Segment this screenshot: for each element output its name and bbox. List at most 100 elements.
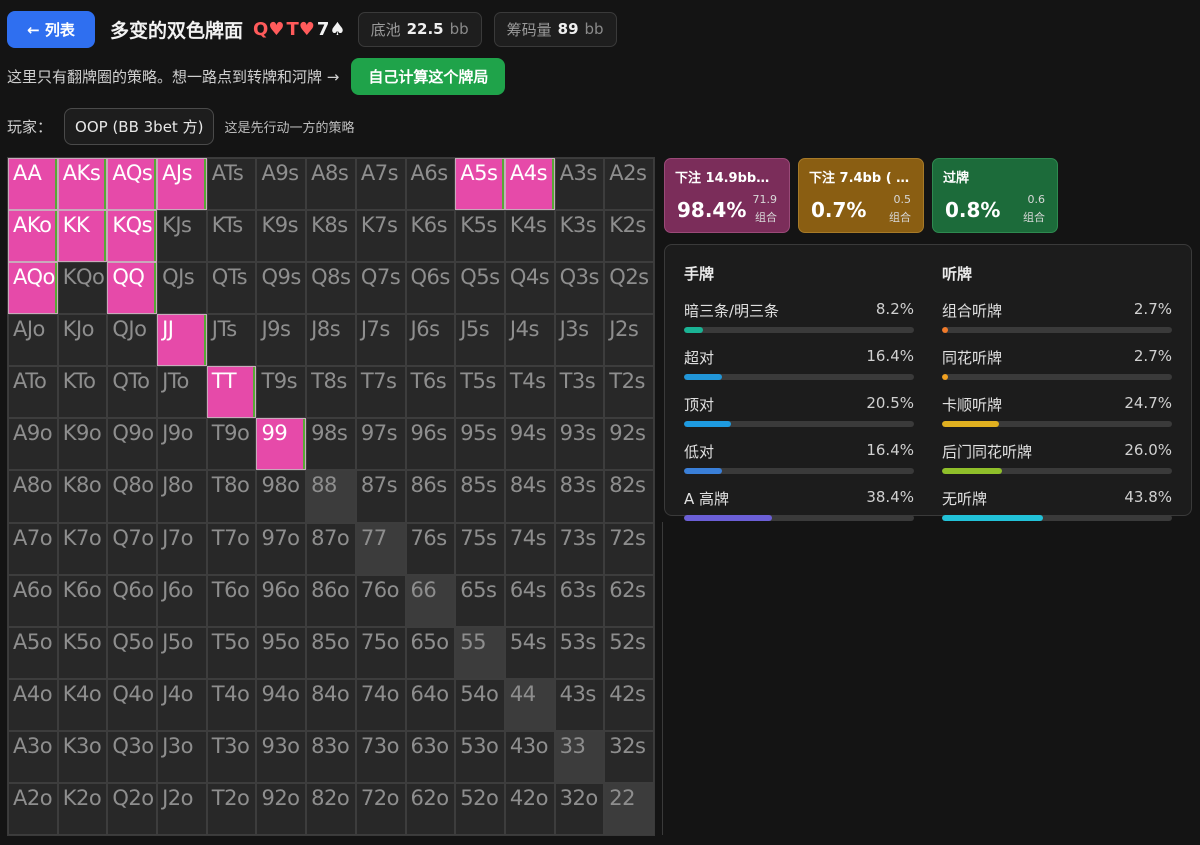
hand-cell-Q7o[interactable]: Q7o	[107, 522, 158, 575]
hand-cell-92s[interactable]: 92s	[604, 418, 654, 471]
hand-cell-72o[interactable]: 72o	[355, 782, 406, 835]
hand-cell-T9s[interactable]: T9s	[256, 366, 307, 419]
hand-cell-95o[interactable]: 95o	[256, 626, 307, 679]
hand-cell-J9o[interactable]: J9o	[157, 418, 207, 471]
hand-cell-K5o[interactable]: K5o	[57, 626, 108, 679]
hand-cell-32o[interactable]: 32o	[554, 782, 605, 835]
hand-cell-QJs[interactable]: QJs	[157, 262, 207, 315]
hand-cell-55[interactable]: 55	[455, 626, 505, 679]
hand-cell-77[interactable]: 77	[355, 522, 406, 575]
hand-cell-88[interactable]: 88	[306, 470, 356, 523]
hand-cell-94o[interactable]: 94o	[256, 678, 307, 731]
hand-cell-Q4o[interactable]: Q4o	[107, 678, 158, 731]
hand-cell-K3s[interactable]: K3s	[554, 210, 605, 263]
hand-cell-Q8s[interactable]: Q8s	[306, 262, 356, 315]
hand-cell-76s[interactable]: 76s	[405, 522, 456, 575]
hand-cell-65o[interactable]: 65o	[405, 626, 456, 679]
hand-cell-T7o[interactable]: T7o	[206, 522, 257, 575]
hand-cell-99[interactable]: 99	[256, 418, 307, 471]
hand-cell-T5s[interactable]: T5s	[455, 366, 505, 419]
hand-cell-94s[interactable]: 94s	[504, 418, 555, 471]
hand-cell-75s[interactable]: 75s	[455, 522, 505, 575]
hand-cell-KQs[interactable]: KQs	[107, 210, 158, 263]
hand-cell-T8o[interactable]: T8o	[206, 470, 257, 523]
hand-cell-A7s[interactable]: A7s	[355, 158, 406, 211]
hand-cell-KJo[interactable]: KJo	[57, 314, 108, 367]
hand-cell-76o[interactable]: 76o	[355, 574, 406, 627]
hand-cell-A8s[interactable]: A8s	[306, 158, 356, 211]
hand-cell-A9s[interactable]: A9s	[256, 158, 307, 211]
hand-cell-A3o[interactable]: A3o	[8, 730, 58, 783]
hand-cell-53o[interactable]: 53o	[455, 730, 505, 783]
hand-cell-62o[interactable]: 62o	[405, 782, 456, 835]
hand-cell-T5o[interactable]: T5o	[206, 626, 257, 679]
hand-cell-Q2o[interactable]: Q2o	[107, 782, 158, 835]
hand-cell-KJs[interactable]: KJs	[157, 210, 207, 263]
hand-cell-T9o[interactable]: T9o	[206, 418, 257, 471]
hand-cell-32s[interactable]: 32s	[604, 730, 654, 783]
hand-cell-AQs[interactable]: AQs	[107, 158, 158, 211]
hand-cell-J7o[interactable]: J7o	[157, 522, 207, 575]
hand-cell-Q4s[interactable]: Q4s	[504, 262, 555, 315]
hand-cell-A2s[interactable]: A2s	[604, 158, 654, 211]
hand-cell-43s[interactable]: 43s	[554, 678, 605, 731]
hand-cell-K7o[interactable]: K7o	[57, 522, 108, 575]
hand-cell-97o[interactable]: 97o	[256, 522, 307, 575]
action-card-check[interactable]: 过牌 0.6 组合 0.8%	[932, 158, 1058, 233]
hand-cell-98s[interactable]: 98s	[306, 418, 356, 471]
back-to-list-button[interactable]: ← 列表	[7, 10, 95, 48]
hand-cell-86o[interactable]: 86o	[306, 574, 356, 627]
hand-cell-T7s[interactable]: T7s	[355, 366, 406, 419]
hand-cell-Q3o[interactable]: Q3o	[107, 730, 158, 783]
hand-cell-J4o[interactable]: J4o	[157, 678, 207, 731]
hand-cell-A5o[interactable]: A5o	[8, 626, 58, 679]
hand-cell-Q6s[interactable]: Q6s	[405, 262, 456, 315]
hand-cell-54s[interactable]: 54s	[504, 626, 555, 679]
hand-cell-T4o[interactable]: T4o	[206, 678, 257, 731]
hand-cell-95s[interactable]: 95s	[455, 418, 505, 471]
hand-cell-T6s[interactable]: T6s	[405, 366, 456, 419]
hand-cell-52o[interactable]: 52o	[455, 782, 505, 835]
hand-cell-A8o[interactable]: A8o	[8, 470, 58, 523]
hand-cell-82o[interactable]: 82o	[306, 782, 356, 835]
hand-cell-62s[interactable]: 62s	[604, 574, 654, 627]
hand-cell-Q5s[interactable]: Q5s	[455, 262, 505, 315]
hand-cell-73s[interactable]: 73s	[554, 522, 605, 575]
hand-cell-63s[interactable]: 63s	[554, 574, 605, 627]
hand-cell-54o[interactable]: 54o	[455, 678, 505, 731]
hand-cell-AKs[interactable]: AKs	[57, 158, 108, 211]
hand-cell-72s[interactable]: 72s	[604, 522, 654, 575]
hand-cell-53s[interactable]: 53s	[554, 626, 605, 679]
compute-spot-button[interactable]: 自己计算这个牌局	[351, 57, 506, 95]
hand-cell-42s[interactable]: 42s	[604, 678, 654, 731]
hand-cell-T2o[interactable]: T2o	[206, 782, 257, 835]
hand-cell-A3s[interactable]: A3s	[554, 158, 605, 211]
hand-cell-A7o[interactable]: A7o	[8, 522, 58, 575]
hand-cell-K9s[interactable]: K9s	[256, 210, 307, 263]
hand-cell-93s[interactable]: 93s	[554, 418, 605, 471]
hand-cell-KK[interactable]: KK	[57, 210, 108, 263]
hand-cell-T3o[interactable]: T3o	[206, 730, 257, 783]
hand-cell-A2o[interactable]: A2o	[8, 782, 58, 835]
hand-cell-K8s[interactable]: K8s	[306, 210, 356, 263]
hand-cell-A5s[interactable]: A5s	[455, 158, 505, 211]
hand-cell-43o[interactable]: 43o	[504, 730, 555, 783]
hand-cell-A4o[interactable]: A4o	[8, 678, 58, 731]
hand-cell-66[interactable]: 66	[405, 574, 456, 627]
hand-cell-83o[interactable]: 83o	[306, 730, 356, 783]
hand-cell-KTo[interactable]: KTo	[57, 366, 108, 419]
hand-cell-Q8o[interactable]: Q8o	[107, 470, 158, 523]
hand-cell-Q6o[interactable]: Q6o	[107, 574, 158, 627]
hand-cell-A6s[interactable]: A6s	[405, 158, 456, 211]
hand-cell-JTs[interactable]: JTs	[206, 314, 257, 367]
hand-cell-Q9o[interactable]: Q9o	[107, 418, 158, 471]
hand-cell-J9s[interactable]: J9s	[256, 314, 307, 367]
hand-cell-K2s[interactable]: K2s	[604, 210, 654, 263]
hand-cell-52s[interactable]: 52s	[604, 626, 654, 679]
hand-cell-K4o[interactable]: K4o	[57, 678, 108, 731]
hand-cell-KTs[interactable]: KTs	[206, 210, 257, 263]
hand-cell-QTo[interactable]: QTo	[107, 366, 158, 419]
hand-cell-Q3s[interactable]: Q3s	[554, 262, 605, 315]
hand-cell-QQ[interactable]: QQ	[107, 262, 158, 315]
hand-cell-TT[interactable]: TT	[206, 366, 257, 419]
